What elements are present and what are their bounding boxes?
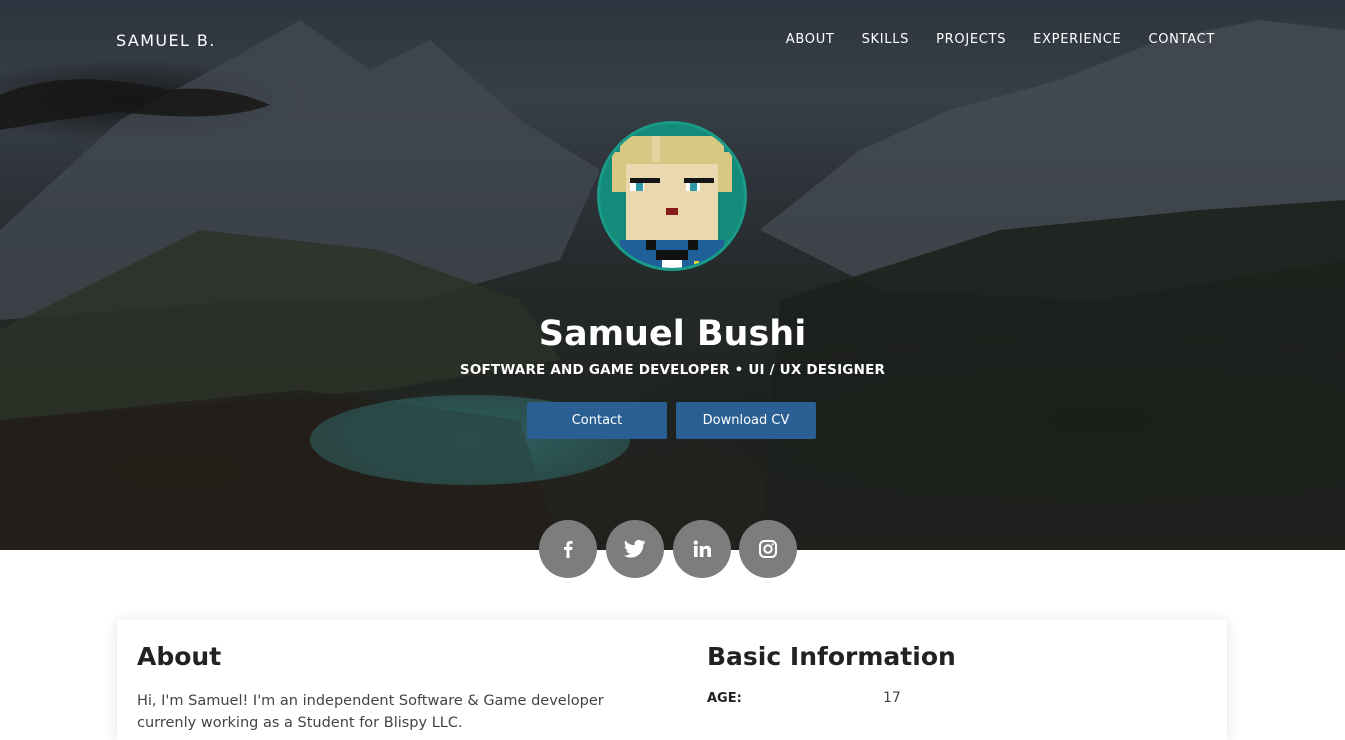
nav-about[interactable]: ABOUT (786, 32, 835, 47)
nav-skills[interactable]: SKILLS (862, 32, 910, 47)
nav-contact[interactable]: CONTACT (1148, 32, 1215, 47)
about-title: About (137, 642, 222, 671)
contact-button[interactable]: Contact (527, 402, 667, 439)
download-cv-button[interactable]: Download CV (676, 402, 816, 439)
twitter-button[interactable] (606, 520, 664, 578)
instagram-button[interactable] (739, 520, 797, 578)
about-text: Hi, I'm Samuel! I'm an independent Softw… (137, 693, 604, 731)
facebook-button[interactable] (539, 520, 597, 578)
about-card: About Hi, I'm Samuel! I'm an independent… (117, 620, 1227, 740)
pixel-avatar-image (600, 124, 744, 268)
hero-name: Samuel Bushi (538, 314, 807, 354)
facebook-icon (564, 541, 573, 558)
hero-tagline: SOFTWARE AND GAME DEVELOPER • UI / UX DE… (459, 362, 886, 378)
linkedin-button[interactable] (673, 520, 731, 578)
main-nav: ABOUT SKILLS PROJECTS EXPERIENCE CONTACT (786, 32, 1215, 47)
avatar (597, 121, 747, 271)
hero-overlay (0, 0, 1345, 550)
linkedin-icon (693, 540, 711, 557)
hero-banner: SAMUEL B. ABOUT SKILLS PROJECTS EXPERIEN… (0, 0, 1345, 550)
age-value: 17 (883, 690, 901, 706)
basic-info-title: Basic Information (707, 642, 956, 671)
nav-experience[interactable]: EXPERIENCE (1033, 32, 1121, 47)
nav-projects[interactable]: PROJECTS (936, 32, 1006, 47)
age-label: AGE: (707, 691, 742, 706)
twitter-icon (624, 539, 646, 558)
site-brand[interactable]: SAMUEL B. (116, 31, 216, 50)
instagram-icon (759, 540, 777, 558)
